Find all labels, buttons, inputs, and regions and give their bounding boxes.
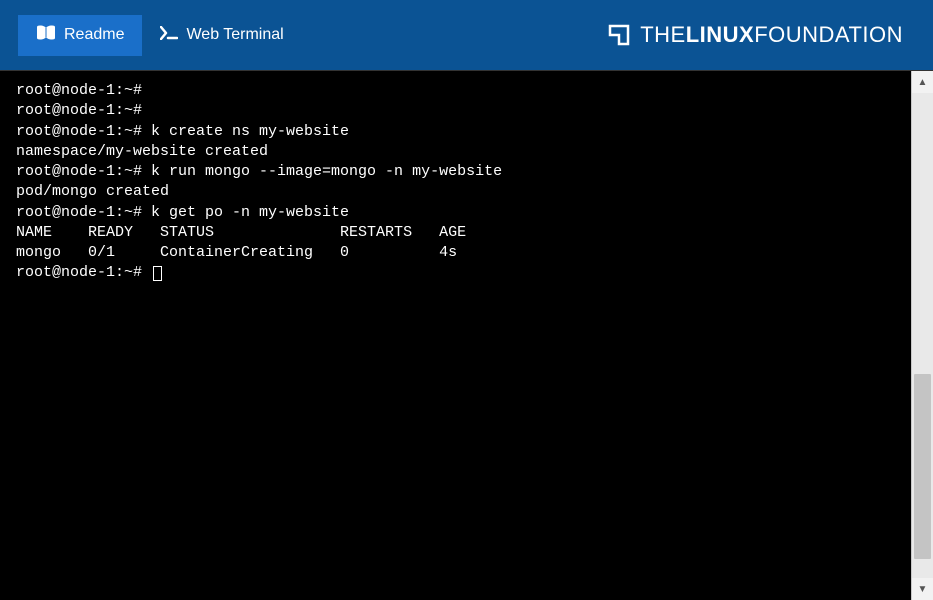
brand-foundation: FOUNDATION <box>754 22 903 47</box>
scroll-track[interactable] <box>912 93 933 578</box>
brand-logo: THELINUXFOUNDATION <box>608 22 903 48</box>
book-icon <box>36 25 56 46</box>
terminal-line: root@node-1:~# <box>16 102 142 119</box>
brand-text: THELINUXFOUNDATION <box>640 22 903 48</box>
terminal-output[interactable]: root@node-1:~# root@node-1:~# root@node-… <box>0 71 911 600</box>
tab-readme-label: Readme <box>64 26 124 44</box>
terminal-line: namespace/my-website created <box>16 143 268 160</box>
terminal-line: root@node-1:~# <box>16 264 151 281</box>
brand-square-icon <box>608 24 630 46</box>
tab-web-terminal[interactable]: Web Terminal <box>142 15 301 56</box>
brand-linux: LINUX <box>686 22 755 47</box>
terminal-line: mongo 0/1 ContainerCreating 0 4s <box>16 244 457 261</box>
terminal-line: NAME READY STATUS RESTARTS AGE <box>16 224 466 241</box>
tab-group: Readme Web Terminal <box>18 15 302 56</box>
scroll-thumb[interactable] <box>914 374 931 558</box>
terminal-area: root@node-1:~# root@node-1:~# root@node-… <box>0 70 933 600</box>
prompt-icon <box>160 26 178 45</box>
header-bar: Readme Web Terminal THELINUXFOUNDATIO <box>0 0 933 70</box>
scroll-down-arrow[interactable]: ▼ <box>912 578 933 600</box>
scroll-up-arrow[interactable]: ▲ <box>912 71 933 93</box>
terminal-line: root@node-1:~# k get po -n my-website <box>16 204 349 221</box>
terminal-line: root@node-1:~# <box>16 82 142 99</box>
tab-web-terminal-label: Web Terminal <box>186 26 283 44</box>
terminal-line: pod/mongo created <box>16 183 169 200</box>
tab-readme[interactable]: Readme <box>18 15 142 56</box>
vertical-scrollbar[interactable]: ▲ ▼ <box>911 71 933 600</box>
brand-the: THE <box>640 22 686 47</box>
terminal-cursor <box>153 266 162 281</box>
app-window: Readme Web Terminal THELINUXFOUNDATIO <box>0 0 933 600</box>
terminal-line: root@node-1:~# k run mongo --image=mongo… <box>16 163 502 180</box>
terminal-line: root@node-1:~# k create ns my-website <box>16 123 349 140</box>
